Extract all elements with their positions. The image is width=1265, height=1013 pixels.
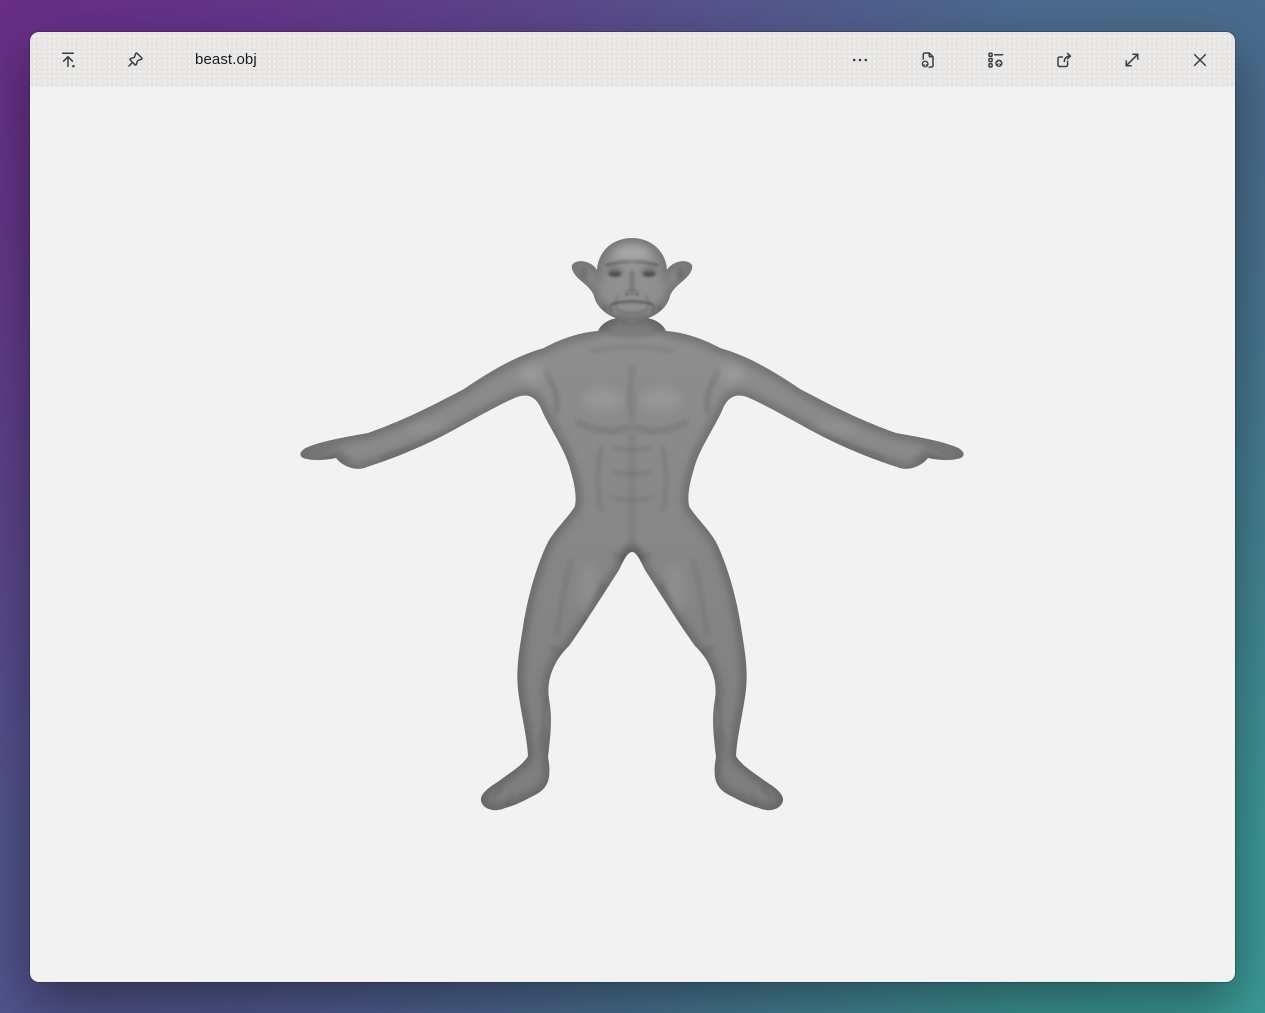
preview-content-area[interactable] [30,87,1235,982]
open-with-button[interactable] [976,40,1016,80]
app-list-launch-icon [986,50,1006,70]
expand-diagonal-icon [1122,50,1142,70]
fullscreen-button[interactable] [1112,40,1152,80]
close-icon [1190,50,1210,70]
window-titlebar[interactable]: beast.obj [30,32,1235,87]
3d-model-preview [30,87,1235,982]
arrow-up-to-line-icon [58,50,78,70]
pin-button[interactable] [115,40,155,80]
open-with-default-app-button[interactable] [48,40,88,80]
close-button[interactable] [1180,40,1220,80]
ellipsis-icon [850,50,870,70]
share-button[interactable] [1044,40,1084,80]
window-title: beast.obj [195,51,257,68]
more-options-button[interactable] [840,40,880,80]
document-launch-icon [918,50,938,70]
preview-window: beast.obj [30,32,1235,982]
open-file-button[interactable] [908,40,948,80]
pin-icon [125,50,145,70]
share-icon [1054,50,1074,70]
